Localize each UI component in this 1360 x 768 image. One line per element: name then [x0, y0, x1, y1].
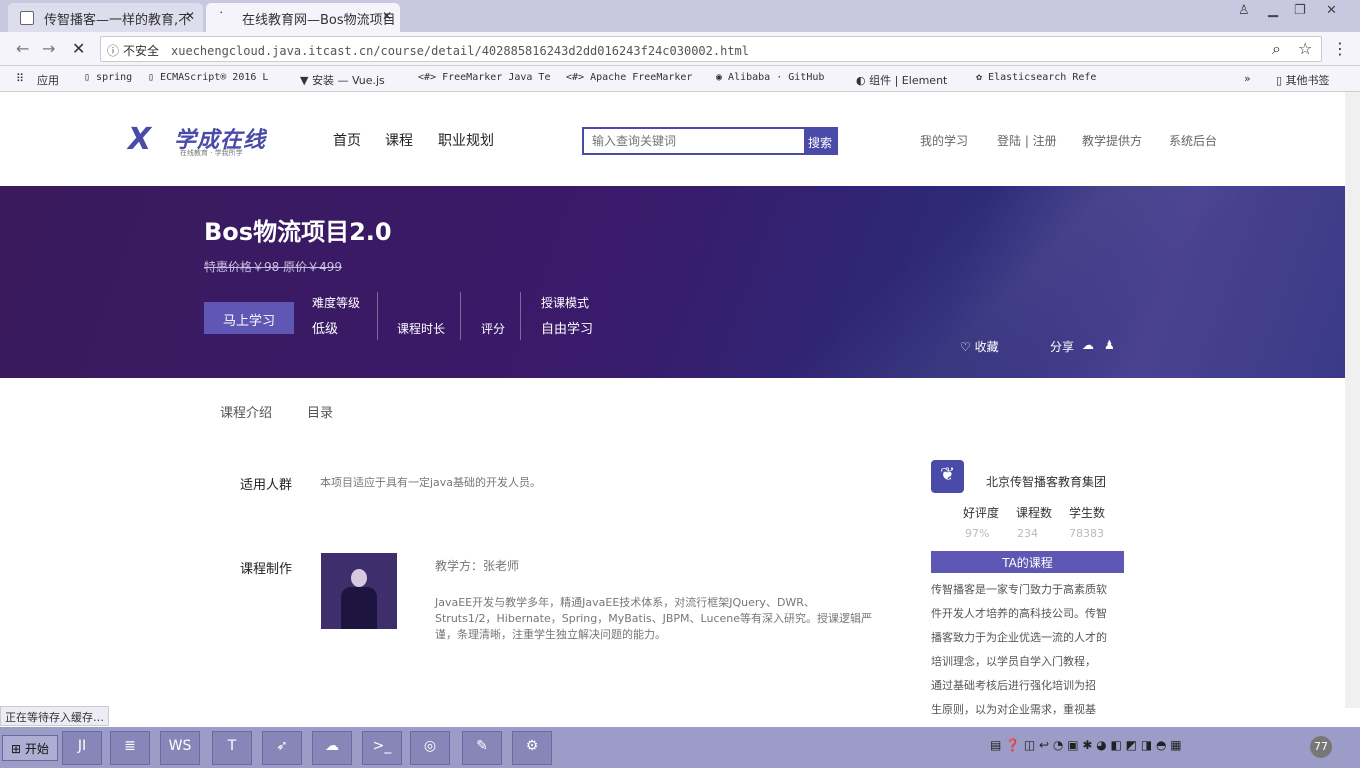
audience-label: 适用人群: [240, 478, 293, 493]
taskbar-app-typora[interactable]: T: [212, 731, 252, 765]
tray-badge[interactable]: 77: [1310, 736, 1332, 758]
bookmark-other[interactable]: ▯ 其他书签: [1276, 72, 1330, 88]
minimize-icon[interactable]: ▁: [1268, 3, 1278, 18]
org-logo-icon: ❦: [931, 460, 964, 493]
audience-text: 本项目适应于具有一定java基础的开发人员。: [320, 476, 542, 489]
link-admin[interactable]: 系统后台: [1169, 132, 1217, 149]
course-price: 特惠价格￥98 原价￥499: [204, 260, 342, 274]
taskbar-app-terminal[interactable]: >_: [362, 731, 402, 765]
divider: [520, 292, 521, 340]
stat-rating-value: 97%: [965, 527, 990, 540]
menu-icon[interactable]: ⋮: [1332, 39, 1348, 58]
bookmark-apps[interactable]: 应用: [37, 72, 59, 88]
teacher-desc-line: 谨，条理清晰，注重学生独立解决问题的能力。: [435, 628, 666, 641]
link-login-register[interactable]: 登陆 | 注册: [997, 132, 1057, 149]
org-name[interactable]: 北京传智播客教育集团: [986, 473, 1106, 490]
apps-icon[interactable]: ⠿: [16, 72, 24, 85]
teacher-name: 教学方：张老师: [435, 559, 520, 573]
star-icon[interactable]: ☆: [1298, 39, 1312, 58]
rating-label: 评分: [481, 322, 506, 336]
mode-label: 授课模式: [541, 296, 590, 310]
loading-icon: ˙: [218, 11, 225, 26]
bookmark-apache-freemarker[interactable]: <#> Apache FreeMarker: [566, 72, 692, 83]
close-icon[interactable]: ✕: [382, 9, 392, 23]
teacher-desc-line: JavaEE开发与教学多年，精通JavaEE技术体系，对流行框架JQuery、D…: [435, 596, 815, 609]
taskbar-app-vm[interactable]: ☁: [312, 731, 352, 765]
stop-icon[interactable]: ✕: [72, 39, 85, 58]
taskbar: ⊞ 开始 JI ≣ WS T ➶ ☁ >_ ◎ ✎ ⚙ ▤ ❓ ◫ ↩ ◔ ▣ …: [0, 727, 1360, 768]
tab-catalog[interactable]: 目录: [307, 402, 333, 421]
link-my-learning[interactable]: 我的学习: [920, 132, 968, 149]
taskbar-app-chrome[interactable]: ◎: [410, 731, 450, 765]
divider: [460, 292, 461, 340]
teacher-photo: [321, 553, 397, 629]
tab-chuanzhi[interactable]: 传智播客—一样的教育,不 ✕: [8, 3, 203, 32]
logo-mark-icon: X: [128, 122, 152, 157]
tab-course-intro[interactable]: 课程介绍: [220, 402, 272, 421]
forward-icon[interactable]: →: [42, 39, 55, 58]
course-title: Bos物流项目2.0: [204, 218, 392, 246]
stat-rating-label: 好评度: [963, 506, 1000, 520]
duration-label: 课程时长: [397, 322, 446, 336]
search-button[interactable]: 搜索: [804, 129, 836, 153]
bookmark-elasticsearch[interactable]: ✿ Elasticsearch Refe: [976, 72, 1096, 83]
start-learning-button[interactable]: 马上学习: [204, 302, 294, 334]
close-window-icon[interactable]: ✕: [1326, 3, 1337, 18]
site-header: X 学成在线 在线教育 · 学我所学 首页 课程 职业规划 搜索 我的学习 登陆…: [0, 92, 1345, 186]
stat-students-value: 78383: [1069, 527, 1104, 540]
nav-career[interactable]: 职业规划: [438, 130, 494, 150]
teacher-desc-line: Struts1/2，Hibernate，Spring，MyBatis、JBPM、…: [435, 612, 872, 625]
page-scrollbar[interactable]: [1345, 92, 1360, 708]
site-logo[interactable]: X 学成在线 在线教育 · 学我所学: [128, 122, 288, 157]
close-icon[interactable]: ✕: [185, 9, 195, 23]
taskbar-app-intellij[interactable]: JI: [62, 731, 102, 765]
taskbar-app-explorer[interactable]: ≣: [110, 731, 150, 765]
url-field[interactable]: ⓘ 不安全 xuechengcloud.java.itcast.cn/course/…: [100, 36, 1322, 62]
taskbar-app-mongo[interactable]: ➶: [262, 731, 302, 765]
bookmark-vue[interactable]: ▼ 安装 — Vue.js: [300, 72, 385, 88]
favorite-button[interactable]: ♡ 收藏: [960, 338, 999, 355]
taskbar-app-feather[interactable]: ✎: [462, 731, 502, 765]
bookmark-element[interactable]: ◐ 组件 | Element: [856, 72, 947, 88]
wechat-icon[interactable]: ☁: [1082, 338, 1094, 352]
taskbar-app-webstorm[interactable]: WS: [160, 731, 200, 765]
bookmark-ecmascript[interactable]: ▯ ECMAScript® 2016 L: [148, 72, 268, 83]
share-label: 分享: [1050, 340, 1075, 354]
taskbar-app-tool[interactable]: ⚙: [512, 731, 552, 765]
tray-icons[interactable]: ▤ ❓ ◫ ↩ ◔ ▣ ✱ ◕ ◧ ◩ ◨ ◓ ▦: [990, 738, 1182, 752]
stat-courses-value: 234: [1017, 527, 1038, 540]
page-icon: [20, 11, 34, 25]
ta-courses-header[interactable]: TA的课程: [931, 551, 1124, 573]
search-input[interactable]: [584, 129, 804, 153]
bookmarks-overflow[interactable]: »: [1244, 72, 1251, 85]
site-search: 搜索: [582, 127, 838, 155]
divider: [377, 292, 378, 340]
stat-courses-label: 课程数: [1016, 506, 1053, 520]
status-bar: 正在等待存入缓存…: [0, 706, 109, 726]
info-icon[interactable]: ⓘ: [107, 44, 119, 58]
stat-students-label: 学生数: [1069, 506, 1106, 520]
back-icon[interactable]: ←: [16, 39, 29, 58]
user-icon[interactable]: ♙: [1238, 3, 1250, 18]
nav-home[interactable]: 首页: [333, 130, 361, 150]
bookmark-spring[interactable]: ▯ spring: [84, 72, 132, 83]
link-teaching-provider[interactable]: 教学提供方: [1082, 132, 1142, 149]
maximize-icon[interactable]: ❐: [1294, 3, 1306, 18]
nav-courses[interactable]: 课程: [385, 130, 413, 150]
tab-course[interactable]: ˙ 在线教育网—Bos物流项目 ✕: [206, 3, 400, 32]
difficulty-label: 难度等级: [312, 296, 361, 310]
bookmarks-bar: ⠿ 应用 ▯ spring ▯ ECMAScript® 2016 L ▼ 安装 …: [0, 66, 1360, 92]
qq-icon[interactable]: ♟: [1104, 338, 1115, 352]
production-label: 课程制作: [240, 562, 293, 577]
bookmark-alibaba-github[interactable]: ◉ Alibaba · GitHub: [716, 72, 824, 83]
difficulty-value: 低级: [312, 322, 339, 337]
mode-value: 自由学习: [541, 322, 594, 337]
ta-description: 传智播客是一家专门致力于高素质软 件开发人才培养的高科技公司。传智 播客致力于为…: [931, 583, 1107, 716]
zoom-icon[interactable]: ⌕: [1272, 39, 1281, 59]
browser-tab-strip: 传智播客—一样的教育,不 ✕ ˙ 在线教育网—Bos物流项目 ✕ ♙ ▁ ❐ ✕: [0, 0, 1360, 32]
bookmark-freemarker[interactable]: <#> FreeMarker Java Te: [418, 72, 550, 83]
start-button[interactable]: ⊞ 开始: [2, 735, 58, 761]
course-banner: Bos物流项目2.0 特惠价格￥98 原价￥499 马上学习 难度等级 低级 课…: [0, 186, 1345, 378]
address-bar: ← → ✕ ⓘ 不安全 xuechengcloud.java.itcast.cn/c…: [0, 32, 1360, 66]
